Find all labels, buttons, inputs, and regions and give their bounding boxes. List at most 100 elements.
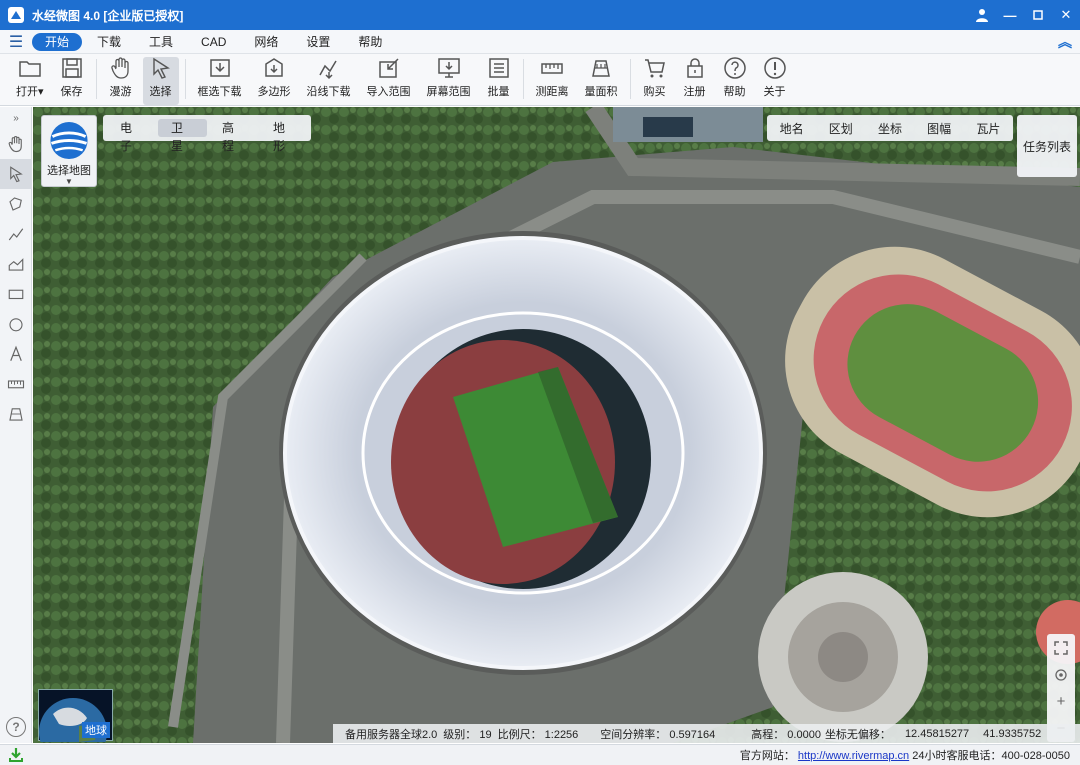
batch-button[interactable]: 批量 <box>481 57 517 105</box>
layer-coordinates[interactable]: 坐标 <box>878 120 902 137</box>
website-link[interactable]: http://www.rivermap.cn <box>798 750 909 762</box>
menu-settings[interactable]: 设置 <box>293 33 343 51</box>
sidebar-select-button[interactable] <box>0 159 32 189</box>
help-icon <box>723 56 747 80</box>
toolbar: 打开▾ 保存 漫游 选择 框选下载 多边形 沿线下载 导入范围 屏幕范围 批量 … <box>0 54 1080 106</box>
line-download-icon <box>317 56 341 80</box>
elevation-readout: 高程： 0.0000 <box>751 728 821 741</box>
menu-help[interactable]: 帮助 <box>345 33 395 51</box>
text-icon <box>10 345 22 361</box>
line-download-button[interactable]: 沿线下载 <box>301 57 357 105</box>
map-info-bar: 备用服务器全球2.0 级别： 19 比例尺： 1:2256 空间分辨率： 0.5… <box>333 724 1080 743</box>
status-bar: 官方网站： http://www.rivermap.cn 24小时客服电话：40… <box>0 744 1080 765</box>
expand-sidebar-icon[interactable]: » <box>0 107 32 129</box>
maximize-button[interactable] <box>1024 0 1052 30</box>
menu-network[interactable]: 网络 <box>241 33 291 51</box>
box-download-icon <box>208 56 232 80</box>
layer-boundaries[interactable]: 区划 <box>829 120 853 137</box>
download-icon[interactable] <box>0 747 32 763</box>
menu-start[interactable]: 开始 <box>32 32 83 51</box>
polygon-icon <box>262 56 286 80</box>
satellite-imagery <box>33 107 1080 743</box>
import-range-button[interactable]: 导入范围 <box>361 57 417 105</box>
cursor-icon <box>149 56 173 80</box>
rectangle-icon <box>8 289 24 300</box>
cart-icon <box>643 56 667 80</box>
lock-icon <box>683 56 707 80</box>
import-icon <box>377 56 401 80</box>
screen-icon <box>437 56 461 80</box>
user-icon[interactable] <box>968 0 996 30</box>
map-type-satellite[interactable]: 卫星 <box>158 119 207 153</box>
minimize-button[interactable]: — <box>996 0 1024 30</box>
sidebar-ruler-button[interactable] <box>0 369 32 399</box>
collapse-ribbon-icon[interactable]: ︽ <box>1050 32 1080 52</box>
circle-icon <box>9 318 23 332</box>
title-bar: 水经微图 4.0 [企业版已授权] — ✕ <box>0 0 1080 30</box>
layer-place-names[interactable]: 地名 <box>780 120 804 137</box>
locate-icon[interactable] <box>1051 665 1071 685</box>
left-toolbar: » ? <box>0 107 32 743</box>
fullscreen-icon[interactable] <box>1051 638 1071 658</box>
hamburger-menu-icon[interactable]: ☰ <box>0 32 32 52</box>
buy-button[interactable]: 购买 <box>637 57 673 105</box>
sidebar-text-button[interactable] <box>0 339 32 369</box>
folder-icon <box>18 56 42 80</box>
globe-label: 地球 <box>82 722 110 738</box>
sidebar-polyline-button[interactable] <box>0 219 32 249</box>
menu-tools[interactable]: 工具 <box>136 33 186 51</box>
info-icon <box>763 56 787 80</box>
pan-button[interactable]: 漫游 <box>103 57 139 105</box>
layer-toggles: 地名 区划 坐标 图幅 瓦片 <box>767 115 1013 141</box>
close-button[interactable]: ✕ <box>1052 0 1080 30</box>
area-icon <box>589 56 613 80</box>
sidebar-rectangle-button[interactable] <box>0 279 32 309</box>
select-map-button[interactable]: 选择地图 ▼ <box>41 115 97 187</box>
sidebar-measure-area-button[interactable] <box>0 399 32 429</box>
box-download-button[interactable]: 框选下载 <box>192 57 248 105</box>
sidebar-circle-button[interactable] <box>0 309 32 339</box>
task-list-button[interactable]: 任务列表 <box>1017 115 1077 177</box>
menu-bar: ☰ 开始 下载 工具 CAD 网络 设置 帮助 ︽ <box>0 30 1080 54</box>
map-type-electronic[interactable]: 电子 <box>107 119 156 153</box>
dropdown-arrow-icon: ▼ <box>65 177 73 186</box>
save-icon <box>60 56 84 80</box>
menu-cad[interactable]: CAD <box>188 33 239 51</box>
toolbar-separator <box>95 59 97 99</box>
earth-icon <box>50 121 88 160</box>
sidebar-polygon-button[interactable] <box>0 189 32 219</box>
toolbar-separator <box>629 59 631 99</box>
hand-icon <box>8 135 22 153</box>
sidebar-help-icon[interactable]: ? <box>6 717 26 737</box>
app-logo-icon <box>8 7 24 23</box>
polygon-button[interactable]: 多边形 <box>252 57 297 105</box>
map-type-terrain[interactable]: 地形 <box>260 119 309 153</box>
ruler-icon <box>7 380 25 389</box>
menu-download[interactable]: 下载 <box>84 33 134 51</box>
screen-range-button[interactable]: 屏幕范围 <box>421 57 477 105</box>
website-label: 官方网站： <box>739 750 795 762</box>
zoom-in-button[interactable]: + <box>1051 692 1071 712</box>
open-button[interactable]: 打开▾ <box>10 57 50 105</box>
polyline-icon <box>8 228 24 241</box>
hand-icon <box>109 56 133 80</box>
sidebar-pan-button[interactable] <box>0 129 32 159</box>
website-info: 官方网站： http://www.rivermap.cn 24小时客服电话：40… <box>740 747 1070 763</box>
about-button[interactable]: 关于 <box>757 57 793 105</box>
register-button[interactable]: 注册 <box>677 57 713 105</box>
map-view[interactable]: 选择地图 ▼ 电子 卫星 高程 地形 地名 区划 坐标 图幅 瓦片 任务列表 +… <box>33 107 1080 743</box>
layer-tiles[interactable]: 瓦片 <box>976 120 1000 137</box>
polygon-icon <box>9 197 22 211</box>
globe-view-button[interactable]: 地球 <box>38 689 113 743</box>
scale-readout: 比例尺： 1:2256 <box>497 728 579 741</box>
measure-area-button[interactable]: 量面积 <box>579 57 624 105</box>
save-button[interactable]: 保存 <box>54 57 90 105</box>
select-button[interactable]: 选择 <box>142 56 179 105</box>
resolution-readout: 空间分辨率： 0.597164 <box>600 728 716 741</box>
layer-map-sheets[interactable]: 图幅 <box>927 120 951 137</box>
map-type-elevation[interactable]: 高程 <box>209 119 258 153</box>
measure-distance-button[interactable]: 测距离 <box>530 57 575 105</box>
sidebar-area-button[interactable] <box>0 249 32 279</box>
area-icon <box>9 408 23 421</box>
help-button[interactable]: 帮助 <box>717 57 753 105</box>
